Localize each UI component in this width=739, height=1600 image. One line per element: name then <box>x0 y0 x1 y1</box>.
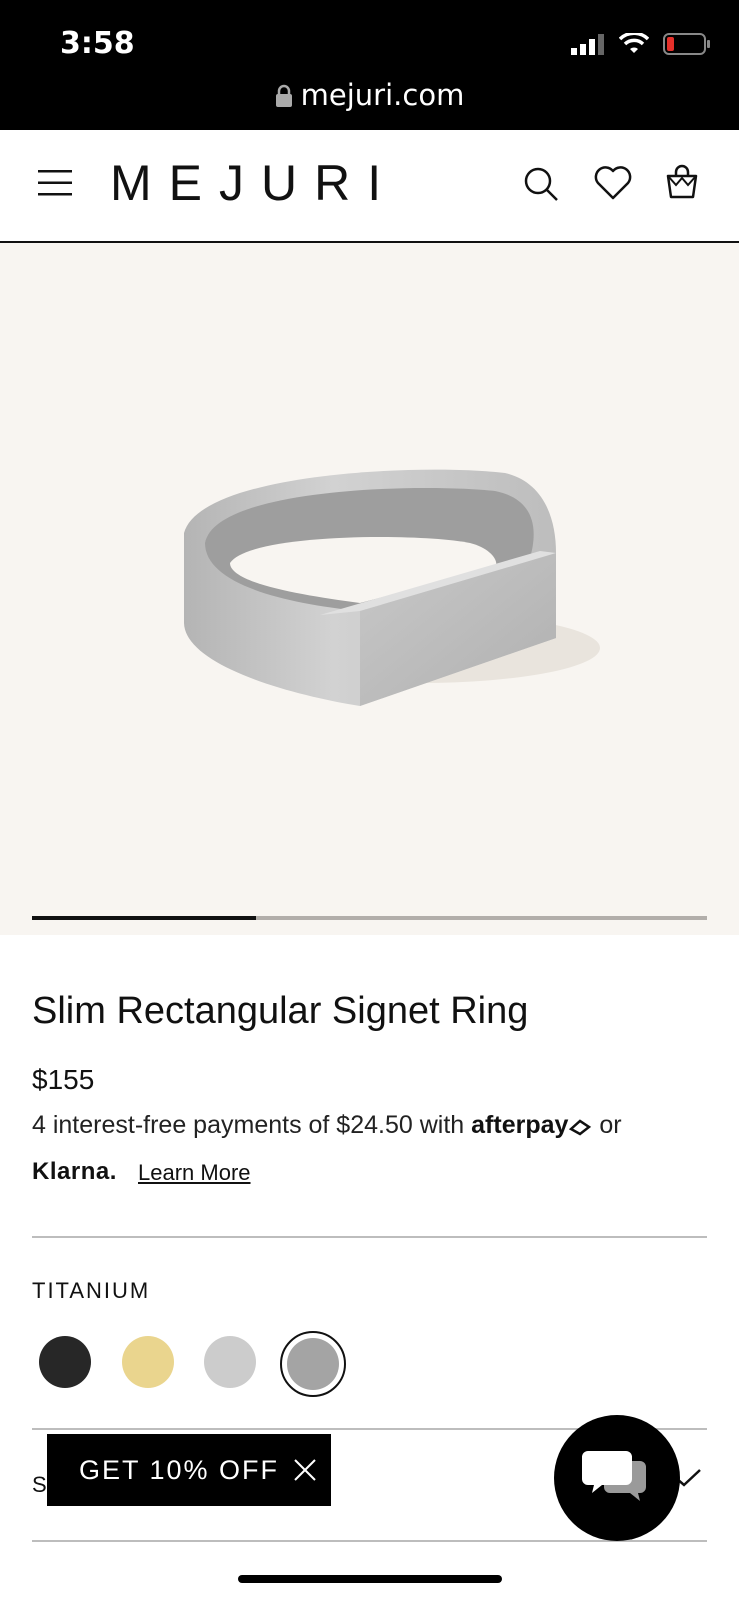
swatch-gray-selected[interactable] <box>287 1338 339 1390</box>
ring-image <box>184 469 600 706</box>
home-indicator <box>238 1575 502 1583</box>
klarna-logo: Klarna. <box>32 1158 117 1185</box>
hamburger-menu-icon[interactable] <box>38 169 72 197</box>
swatch-gold[interactable] <box>122 1336 174 1388</box>
wifi-icon <box>619 33 649 53</box>
product-image[interactable] <box>0 243 739 935</box>
product-title: Slim Rectangular Signet Ring <box>32 990 529 1032</box>
installment-info: 4 interest-free payments of $24.50 with … <box>32 1111 622 1140</box>
swatch-black[interactable] <box>39 1336 91 1388</box>
lock-icon <box>275 84 292 107</box>
address-bar[interactable]: mejuri.com <box>0 78 739 112</box>
divider <box>32 1236 707 1238</box>
promo-banner[interactable]: GET 10% OFF <box>47 1434 331 1506</box>
close-icon[interactable] <box>293 1458 317 1482</box>
product-price: $155 <box>32 1064 95 1095</box>
heart-icon[interactable] <box>594 166 632 200</box>
url-text: mejuri.com <box>300 78 465 112</box>
gallery-progress-fill <box>32 916 256 920</box>
status-bar: 3:58 mejuri.com <box>0 0 739 130</box>
battery-icon <box>663 33 710 55</box>
or-text: or <box>599 1111 622 1139</box>
swatch-light-silver[interactable] <box>204 1336 256 1388</box>
status-icons <box>571 32 711 56</box>
section-label: S <box>32 1472 47 1497</box>
metal-label: TITANIUM <box>32 1278 151 1303</box>
site-logo[interactable]: MEJURI <box>110 154 398 212</box>
clock: 3:58 <box>60 26 135 61</box>
gallery-progress-bar <box>32 916 707 920</box>
shopping-bag-icon[interactable] <box>666 163 698 199</box>
afterpay-arrow-icon <box>569 1119 592 1136</box>
chat-button[interactable] <box>554 1415 680 1541</box>
afterpay-logo: afterpay <box>471 1111 569 1139</box>
installment-text: 4 interest-free payments of $24.50 with <box>32 1111 465 1139</box>
search-icon[interactable] <box>523 166 559 202</box>
site-header: MEJURI <box>0 130 739 243</box>
learn-more-link[interactable]: Learn More <box>138 1160 251 1186</box>
promo-label: GET 10% OFF <box>79 1454 280 1485</box>
chat-bubbles-icon <box>582 1451 646 1501</box>
signal-icon <box>571 34 604 55</box>
